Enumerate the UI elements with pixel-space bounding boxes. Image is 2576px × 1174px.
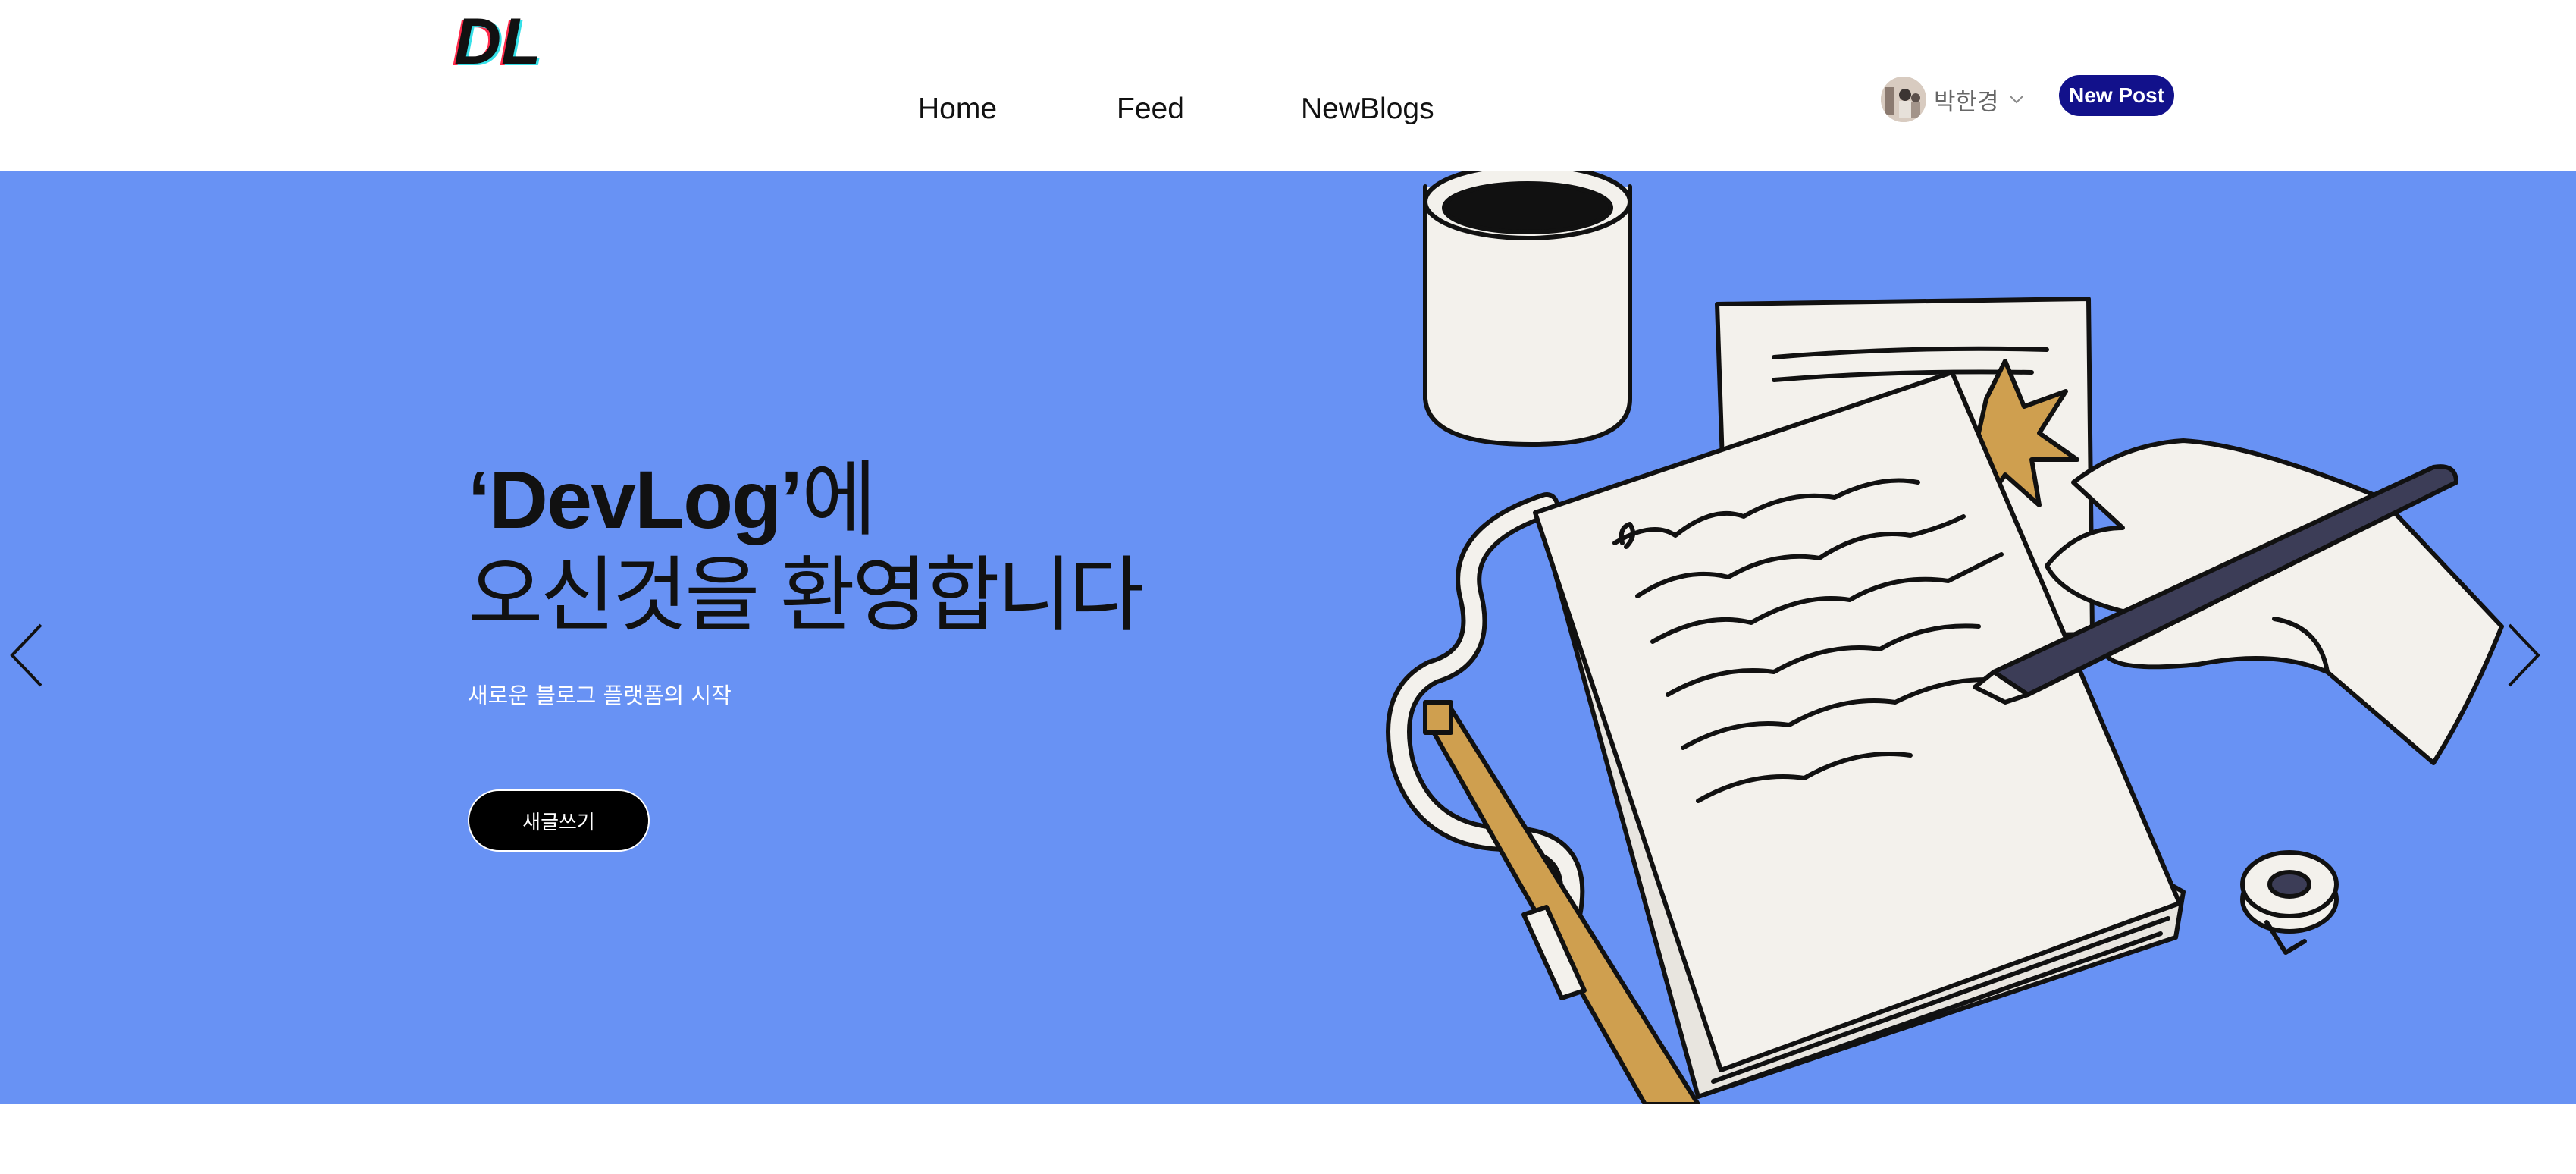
nav-newblogs[interactable]: NewBlogs <box>1301 93 1434 126</box>
user-avatar-icon <box>1881 77 1926 122</box>
dl-logo-icon: DL DL DL <box>452 9 544 73</box>
hero-title-line2: 오신것을 환영합니다 <box>468 548 1145 643</box>
avatar[interactable] <box>1881 77 1926 122</box>
main-nav: Home Feed NewBlogs <box>0 93 2576 138</box>
user-menu[interactable]: 박한경 <box>1881 76 2025 123</box>
hero-title-suffix: 에 <box>801 453 876 548</box>
hero-banner: ‘DevLog’에 오신것을 환영합니다 새로운 블로그 플랫폼의 시작 새글쓰… <box>0 171 2576 1104</box>
hero-title: ‘DevLog’에 오신것을 환영합니다 <box>468 452 1145 644</box>
svg-text:DL: DL <box>454 9 541 73</box>
writing-notebook-illustration <box>1319 171 2532 1104</box>
write-post-button[interactable]: 새글쓰기 <box>468 789 650 852</box>
hero-title-quoted: ‘DevLog’ <box>468 454 803 545</box>
chevron-right-icon <box>2508 623 2540 687</box>
nav-home[interactable]: Home <box>918 93 997 126</box>
user-name: 박한경 <box>1934 88 1999 116</box>
hero-title-line1: ‘DevLog’에 <box>468 452 1142 548</box>
chevron-down-icon <box>2009 96 2023 104</box>
nav-feed[interactable]: Feed <box>1117 93 1184 126</box>
hero-subtitle: 새로운 블로그 플랫폼의 시작 <box>468 683 732 708</box>
site-header: DL DL DL Home Feed NewBlogs 박한경 New Post <box>0 0 2576 171</box>
new-post-button[interactable]: New Post <box>2059 75 2174 116</box>
logo[interactable]: DL DL DL <box>446 9 559 73</box>
writing-notebook-icon <box>1386 171 2504 1104</box>
carousel-prev-button[interactable] <box>3 619 49 692</box>
carousel-next-button[interactable] <box>2502 619 2547 692</box>
chevron-left-icon <box>10 623 42 687</box>
